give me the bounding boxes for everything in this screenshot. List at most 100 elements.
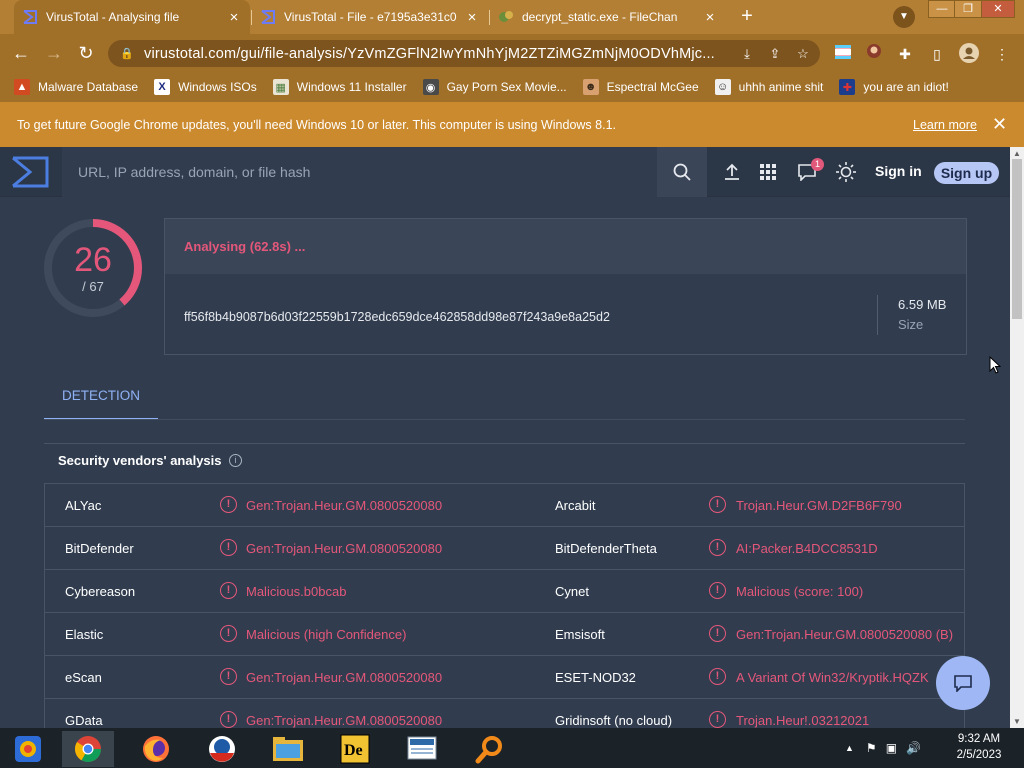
tab-search-button[interactable]: ▼ bbox=[893, 6, 915, 28]
firefox-icon[interactable] bbox=[130, 731, 182, 767]
site-icon: ◉ bbox=[422, 79, 439, 95]
svg-text:De: De bbox=[344, 742, 363, 759]
back-button[interactable]: ← bbox=[10, 42, 32, 64]
bookmark-star-icon[interactable]: ☆ bbox=[792, 46, 814, 62]
new-tab-button[interactable]: + bbox=[735, 5, 759, 29]
extensions-puzzle-icon[interactable]: ✚ bbox=[894, 43, 916, 65]
bookmark-label: Windows ISOs bbox=[178, 80, 257, 94]
bookmark-anime[interactable]: ☺ uhhh anime shit bbox=[714, 79, 824, 95]
bookmark-label: uhhh anime shit bbox=[738, 80, 824, 94]
presentation-icon[interactable] bbox=[396, 731, 448, 767]
file-size-label: Size bbox=[898, 317, 924, 332]
forward-button[interactable]: → bbox=[43, 42, 65, 64]
alert-circle-icon: ! bbox=[220, 711, 237, 728]
bookmark-espectral-mcgee[interactable]: ☻ Espectral McGee bbox=[582, 79, 699, 95]
profile-avatar[interactable] bbox=[958, 43, 980, 65]
table-row: !! Elastic Malicious (high Confidence) Emsi… bbox=[45, 613, 964, 656]
maximize-button[interactable]: ❐ bbox=[954, 0, 982, 18]
side-panel-icon[interactable]: ▯ bbox=[926, 43, 948, 65]
vendor-name: Arcabit bbox=[555, 498, 596, 513]
vendors-title: Security vendors' analysis bbox=[58, 453, 222, 468]
analysis-status: Analysing (62.8s) ... bbox=[165, 219, 966, 274]
clock-time: 9:32 AM bbox=[957, 733, 1001, 745]
scroll-down-icon[interactable]: ▼ bbox=[1010, 717, 1024, 726]
tab-title: VirusTotal - File - e7195a3e31c0 bbox=[284, 10, 457, 24]
obama-logo-icon[interactable] bbox=[196, 731, 248, 767]
file-size-value: 6.59 MB bbox=[898, 297, 947, 312]
theme-toggle-button[interactable] bbox=[834, 160, 858, 184]
bookmark-you-are-an-idiot[interactable]: ✚ you are an idiot! bbox=[839, 79, 949, 95]
file-hash[interactable]: ff56f8b4b9087b6d03f22559b1728edc659dce46… bbox=[184, 310, 610, 324]
vendor-name: Elastic bbox=[65, 627, 104, 642]
grid-icon bbox=[760, 164, 776, 180]
profile-extension-icon[interactable] bbox=[863, 43, 885, 65]
file-explorer-icon[interactable] bbox=[262, 731, 314, 767]
search-button[interactable] bbox=[657, 147, 707, 197]
share-icon[interactable]: ⇪ bbox=[764, 46, 786, 62]
chevron-down-icon: ▼ bbox=[899, 11, 909, 22]
alert-circle-icon: ! bbox=[709, 496, 726, 513]
volume-icon[interactable]: 🔊 bbox=[906, 741, 921, 755]
scroll-up-icon[interactable]: ▲ bbox=[1010, 149, 1024, 158]
close-window-button[interactable]: ✕ bbox=[981, 0, 1015, 18]
google-photos-icon[interactable] bbox=[2, 731, 54, 767]
alert-circle-icon: ! bbox=[709, 539, 726, 556]
tab-filechan[interactable]: decrypt_static.exe - FileChan × bbox=[490, 0, 726, 34]
flag-icon[interactable]: ⚑ bbox=[866, 741, 877, 755]
alert-circle-icon: ! bbox=[220, 625, 237, 642]
minimize-button[interactable]: — bbox=[928, 0, 956, 18]
tab-virustotal-analysing[interactable]: VirusTotal - Analysing file × bbox=[14, 0, 250, 34]
info-icon[interactable]: i bbox=[229, 454, 242, 467]
image-icon: ▦ bbox=[272, 79, 289, 95]
bookmark-windows-isos[interactable]: X Windows ISOs bbox=[154, 79, 257, 95]
reload-icon: ↻ bbox=[78, 43, 94, 63]
infobar-message: To get future Google Chrome updates, you… bbox=[17, 117, 616, 132]
close-tab-icon[interactable]: × bbox=[464, 9, 480, 26]
close-tab-icon[interactable]: × bbox=[226, 9, 242, 26]
alert-circle-icon: ! bbox=[709, 582, 726, 599]
bookmark-malware-database[interactable]: ▲ Malware Database bbox=[14, 79, 138, 95]
bookmark-gay-porn[interactable]: ◉ Gay Porn Sex Movie... bbox=[422, 79, 567, 95]
bookmark-label: Gay Porn Sex Movie... bbox=[446, 80, 567, 94]
learn-more-link[interactable]: Learn more bbox=[913, 118, 977, 132]
chrome-icon[interactable] bbox=[62, 731, 114, 767]
search-app-icon[interactable] bbox=[464, 731, 516, 767]
detection-result: AI:Packer.B4DCC8531D bbox=[736, 541, 878, 556]
address-text[interactable]: virustotal.com/gui/file-analysis/YzVmZGF… bbox=[144, 46, 736, 62]
detection-result: Gen:Trojan.Heur.GM.0800520080 bbox=[246, 541, 443, 556]
detection-result: Trojan.Heur!.03212021 bbox=[736, 713, 870, 728]
close-icon[interactable]: ✕ bbox=[992, 114, 1007, 135]
vendor-name: Cynet bbox=[555, 584, 589, 599]
reload-button[interactable]: ↻ bbox=[75, 42, 97, 64]
tab-virustotal-file[interactable]: VirusTotal - File - e7195a3e31c0 × bbox=[252, 0, 488, 34]
upload-button[interactable] bbox=[720, 160, 744, 184]
upload-icon bbox=[725, 163, 739, 180]
close-tab-icon[interactable]: × bbox=[702, 9, 718, 26]
network-icon[interactable]: ▣ bbox=[886, 741, 897, 755]
clock[interactable]: 9:32 AM 2/5/2023 bbox=[944, 731, 1014, 763]
sun-icon bbox=[836, 162, 856, 182]
bookmark-label: Malware Database bbox=[38, 80, 139, 94]
tab-detection[interactable]: DETECTION bbox=[44, 384, 158, 420]
bookmarks-bar: ▲ Malware Database X Windows ISOs ▦ Windows… bbox=[0, 72, 1024, 102]
download-icon[interactable]: ⤓ bbox=[736, 46, 758, 62]
page-scrollbar[interactable]: ▲ ▼ bbox=[1010, 147, 1024, 728]
browser-menu-icon[interactable]: ⋮ bbox=[991, 43, 1013, 65]
sign-up-button[interactable]: Sign up bbox=[934, 162, 999, 184]
apps-grid-button[interactable] bbox=[756, 160, 780, 184]
bookmark-label: you are an idiot! bbox=[863, 80, 949, 94]
pride-flag-extension-icon[interactable] bbox=[832, 43, 854, 65]
deluge-icon[interactable]: De bbox=[329, 731, 381, 767]
show-hidden-icons-icon[interactable]: ▲ bbox=[845, 743, 854, 753]
scrollbar-thumb[interactable] bbox=[1012, 159, 1022, 319]
tab-title: decrypt_static.exe - FileChan bbox=[522, 10, 678, 24]
address-bar[interactable]: 🔒 virustotal.com/gui/file-analysis/YzVmZ… bbox=[108, 40, 820, 67]
alert-circle-icon: ! bbox=[709, 668, 726, 685]
virustotal-logo[interactable] bbox=[10, 155, 50, 189]
table-row: !! BitDefender Gen:Trojan.Heur.GM.08005200… bbox=[45, 527, 964, 570]
chat-button[interactable] bbox=[936, 656, 990, 710]
search-input[interactable]: URL, IP address, domain, or file hash bbox=[62, 147, 657, 197]
bookmark-windows-11-installer[interactable]: ▦ Windows 11 Installer bbox=[272, 79, 407, 95]
sign-in-link[interactable]: Sign in bbox=[875, 163, 922, 179]
vendor-name: Gridinsoft (no cloud) bbox=[555, 713, 673, 728]
